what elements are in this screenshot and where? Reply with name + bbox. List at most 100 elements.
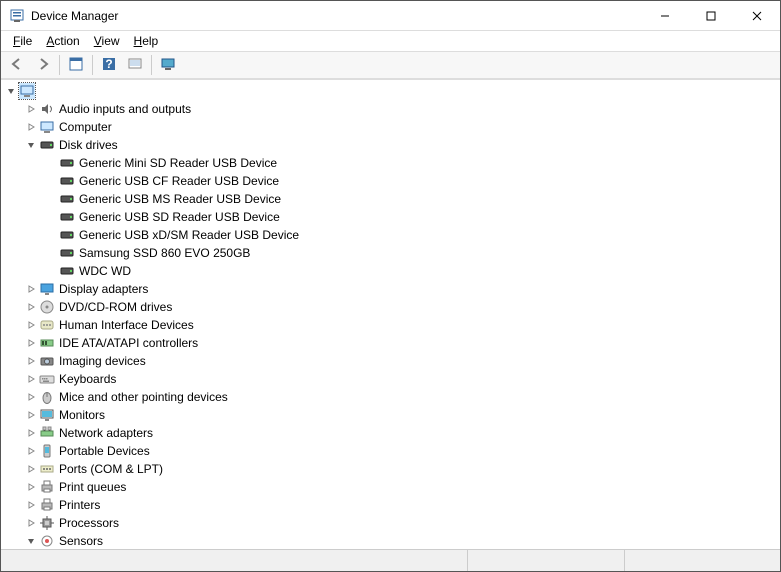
- computer-icon: [19, 83, 35, 99]
- tree-category-label: Print queues: [59, 480, 126, 494]
- menu-action[interactable]: Action: [40, 32, 85, 50]
- tree-category[interactable]: Sensors: [3, 532, 780, 549]
- toolbar-properties-button[interactable]: [64, 54, 88, 76]
- toolbar-scan-button[interactable]: [123, 54, 147, 76]
- menu-help[interactable]: Help: [128, 32, 165, 50]
- disk-icon: [59, 155, 75, 171]
- tree-category-label: Monitors: [59, 408, 105, 422]
- toolbar-separator: [92, 55, 93, 75]
- expand-icon[interactable]: [25, 463, 37, 475]
- expand-icon[interactable]: [25, 499, 37, 511]
- tree-category-label: Disk drives: [59, 138, 118, 152]
- window-title: Device Manager: [31, 9, 642, 23]
- minimize-button[interactable]: [642, 1, 688, 30]
- collapse-icon[interactable]: [5, 85, 17, 97]
- expand-icon[interactable]: [25, 121, 37, 133]
- menu-help-label: elp: [142, 34, 158, 48]
- tree-category[interactable]: DVD/CD-ROM drives: [3, 298, 780, 316]
- expand-icon[interactable]: [25, 283, 37, 295]
- tree-device[interactable]: Samsung SSD 860 EVO 250GB: [3, 244, 780, 262]
- tree-category[interactable]: Print queues: [3, 478, 780, 496]
- expand-icon[interactable]: [25, 409, 37, 421]
- tree-category-label: Ports (COM & LPT): [59, 462, 163, 476]
- collapse-icon[interactable]: [25, 535, 37, 547]
- portable-icon: [39, 443, 55, 459]
- tree-category-label: IDE ATA/ATAPI controllers: [59, 336, 198, 350]
- toolbar-monitor-button[interactable]: [156, 54, 180, 76]
- window-controls: [642, 1, 780, 30]
- port-icon: [39, 461, 55, 477]
- tree-category[interactable]: Display adapters: [3, 280, 780, 298]
- toolbar-help-button[interactable]: ?: [97, 54, 121, 76]
- tree-root[interactable]: [3, 82, 780, 100]
- svg-text:?: ?: [105, 57, 112, 71]
- tree-device-label: Generic USB xD/SM Reader USB Device: [79, 228, 299, 242]
- tree-device-label: Generic USB SD Reader USB Device: [79, 210, 280, 224]
- expand-icon[interactable]: [25, 355, 37, 367]
- tree-category[interactable]: Network adapters: [3, 424, 780, 442]
- tree-category[interactable]: Audio inputs and outputs: [3, 100, 780, 118]
- disk-icon: [59, 245, 75, 261]
- tree-device[interactable]: Generic Mini SD Reader USB Device: [3, 154, 780, 172]
- expand-icon[interactable]: [25, 427, 37, 439]
- status-cell-right: [625, 550, 780, 571]
- disk-icon: [59, 173, 75, 189]
- show-hidden-icon: [160, 56, 176, 75]
- menu-file[interactable]: File: [7, 32, 38, 50]
- hid-icon: [39, 317, 55, 333]
- tree-category[interactable]: Processors: [3, 514, 780, 532]
- tree-category[interactable]: Computer: [3, 118, 780, 136]
- tree-category-label: Imaging devices: [59, 354, 146, 368]
- mouse-icon: [39, 389, 55, 405]
- tree-category-label: Sensors: [59, 534, 103, 548]
- tree-device[interactable]: Generic USB CF Reader USB Device: [3, 172, 780, 190]
- menu-view[interactable]: View: [88, 32, 126, 50]
- toolbar-back-button[interactable]: [5, 54, 29, 76]
- expand-icon[interactable]: [25, 517, 37, 529]
- tree-category[interactable]: Disk drives: [3, 136, 780, 154]
- tree-category[interactable]: Monitors: [3, 406, 780, 424]
- disk-icon: [59, 191, 75, 207]
- close-button[interactable]: [734, 1, 780, 30]
- device-tree[interactable]: Audio inputs and outputsComputer Disk dri…: [1, 80, 780, 549]
- menu-action-label: ction: [54, 34, 79, 48]
- tree-category[interactable]: Portable Devices: [3, 442, 780, 460]
- tree-category[interactable]: Mice and other pointing devices: [3, 388, 780, 406]
- menu-file-label: ile: [20, 34, 32, 48]
- tree-device[interactable]: Generic USB xD/SM Reader USB Device: [3, 226, 780, 244]
- tree-category[interactable]: Ports (COM & LPT): [3, 460, 780, 478]
- tree-category-label: Mice and other pointing devices: [59, 390, 228, 404]
- expand-icon[interactable]: [25, 481, 37, 493]
- printqueue-icon: [39, 479, 55, 495]
- tree-category[interactable]: Imaging devices: [3, 352, 780, 370]
- tree-device[interactable]: Generic USB SD Reader USB Device: [3, 208, 780, 226]
- tree-category[interactable]: Human Interface Devices: [3, 316, 780, 334]
- tree-category[interactable]: IDE ATA/ATAPI controllers: [3, 334, 780, 352]
- toolbar-forward-button[interactable]: [31, 54, 55, 76]
- tree-category[interactable]: Printers: [3, 496, 780, 514]
- collapse-icon[interactable]: [25, 139, 37, 151]
- expand-icon[interactable]: [25, 373, 37, 385]
- properties-icon: [68, 56, 84, 75]
- tree-category-label: Human Interface Devices: [59, 318, 194, 332]
- tree-category[interactable]: Keyboards: [3, 370, 780, 388]
- printer-icon: [39, 497, 55, 513]
- tree-device-label: Generic USB CF Reader USB Device: [79, 174, 279, 188]
- forward-arrow-icon: [35, 56, 51, 75]
- expand-icon[interactable]: [25, 391, 37, 403]
- toolbar-separator: [151, 55, 152, 75]
- tree-device[interactable]: Generic USB MS Reader USB Device: [3, 190, 780, 208]
- maximize-button[interactable]: [688, 1, 734, 30]
- expand-icon[interactable]: [25, 337, 37, 349]
- sensor-icon: [39, 533, 55, 549]
- tree-device[interactable]: WDC WD: [3, 262, 780, 280]
- content-area: Audio inputs and outputsComputer Disk dri…: [1, 79, 780, 549]
- expand-icon[interactable]: [25, 301, 37, 313]
- statusbar: [1, 549, 780, 571]
- network-icon: [39, 425, 55, 441]
- tree-category-label: Network adapters: [59, 426, 153, 440]
- expand-icon[interactable]: [25, 445, 37, 457]
- expand-icon[interactable]: [25, 319, 37, 331]
- expand-icon[interactable]: [25, 103, 37, 115]
- menubar: File Action View Help: [1, 31, 780, 51]
